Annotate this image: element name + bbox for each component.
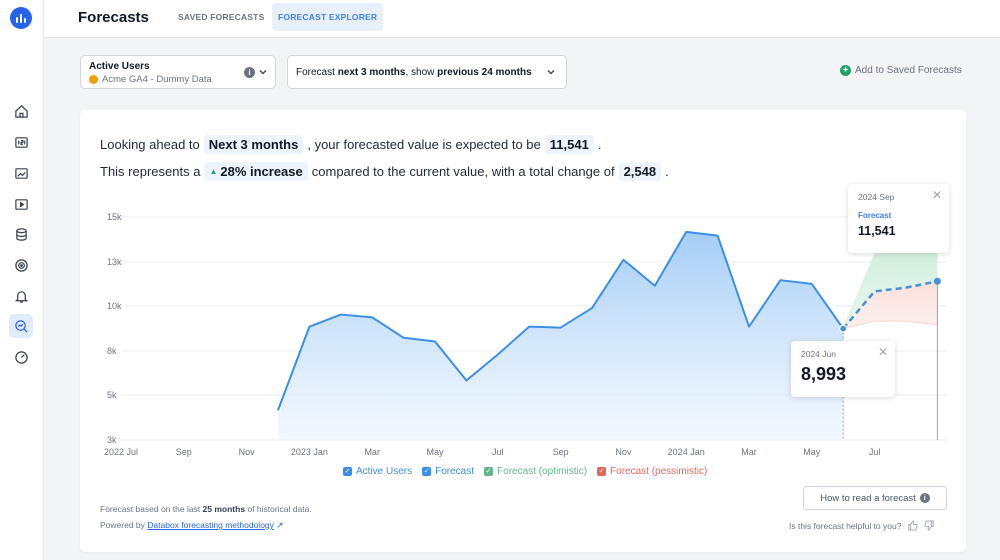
number-icon[interactable] xyxy=(9,130,33,154)
period-next: next 3 months xyxy=(337,67,406,78)
checkbox-icon[interactable]: ✓ xyxy=(484,467,494,476)
chevron-down-icon xyxy=(259,70,267,75)
plus-circle-icon: + xyxy=(840,65,851,76)
bell-icon[interactable] xyxy=(9,284,33,308)
howto-label: How to read a forecast xyxy=(820,492,916,504)
total-change-pill: 2,548 xyxy=(618,162,662,181)
summary-line-2: This represents a ▲ 28% increase compared… xyxy=(100,162,669,181)
period-mid: , show xyxy=(405,67,438,78)
summary-line-1: Looking ahead to Next 3 months , your fo… xyxy=(100,135,601,154)
chevron-down-icon xyxy=(547,70,555,75)
summary-text: Looking ahead to xyxy=(100,137,200,152)
close-icon[interactable]: ✕ xyxy=(932,188,942,202)
legend-label: Forecast xyxy=(435,466,475,477)
home-icon[interactable] xyxy=(9,99,33,123)
history-note: Forecast based on the last 25 months of … xyxy=(100,504,312,514)
databoard-icon[interactable] xyxy=(9,161,33,185)
add-to-saved-forecasts-button[interactable]: + Add to Saved Forecasts xyxy=(840,65,962,76)
how-to-read-forecast-button[interactable]: How to read a forecast i xyxy=(803,486,947,510)
feedback-question: Is this forecast helpful to you? xyxy=(789,520,902,531)
increase-value: 28% increase xyxy=(220,164,303,179)
metric-source-label: Acme GA4 - Dummy Data xyxy=(102,74,212,85)
add-saved-label: Add to Saved Forecasts xyxy=(855,65,962,76)
powered-by: Powered by Databox forecasting methodolo… xyxy=(100,520,283,531)
horizon-pill: Next 3 months xyxy=(203,135,304,154)
databox-logo[interactable] xyxy=(10,7,32,29)
close-icon[interactable]: ✕ xyxy=(878,345,888,359)
legend-label: Forecast (optimistic) xyxy=(497,466,588,477)
legend-label: Forecast (pessimistic) xyxy=(610,466,708,477)
feedback: Is this forecast helpful to you? xyxy=(789,520,935,531)
metric-source: Acme GA4 - Dummy Data xyxy=(89,74,212,85)
external-link-icon[interactable]: ↗ xyxy=(276,520,283,530)
forecast-tooltip-sep: 2024 Sep ✕ Forecast 11,541 xyxy=(848,184,949,253)
player-icon[interactable] xyxy=(9,192,33,216)
summary-text: This represents a xyxy=(100,164,201,179)
tooltip-value: 8,993 xyxy=(801,364,847,384)
tooltip-series: Forecast xyxy=(858,211,892,220)
note-text: of historical data. xyxy=(247,504,312,514)
period-prefix: Forecast xyxy=(296,67,338,78)
checkbox-icon[interactable]: ✓ xyxy=(597,467,607,476)
summary-text: . xyxy=(665,164,669,179)
checkbox-icon[interactable]: ✓ xyxy=(343,467,352,476)
checkbox-icon[interactable]: ✓ xyxy=(422,467,432,476)
thumbs-down-icon[interactable] xyxy=(924,520,935,531)
gauge-icon[interactable] xyxy=(9,345,33,369)
methodology-link[interactable]: Databox forecasting methodology xyxy=(147,520,274,530)
legend-item-forecast-pessimistic[interactable]: ✓ Forecast (pessimistic) xyxy=(597,466,707,477)
period-selector[interactable]: Forecast next 3 months, show previous 24… xyxy=(287,55,567,89)
metric-selector[interactable]: Active Users Acme GA4 - Dummy Data i xyxy=(80,55,276,89)
arrow-up-icon: ▲ xyxy=(209,167,218,176)
note-text: Forecast based on the last xyxy=(100,504,201,514)
tooltip-date: 2024 Jun xyxy=(801,349,836,359)
target-icon[interactable] xyxy=(9,253,33,277)
powered-text: Powered by xyxy=(100,520,145,530)
value-tooltip-jun: 2024 Jun ✕ 8,993 xyxy=(791,341,895,397)
info-icon[interactable]: i xyxy=(244,67,255,78)
chart-legend: ✓ Active Users ✓ Forecast ✓ Forecast (optim… xyxy=(343,466,707,477)
note-months: 25 months xyxy=(202,504,246,514)
forecast-icon[interactable] xyxy=(9,314,33,338)
legend-label: Active Users xyxy=(356,466,413,477)
tab-forecast-explorer[interactable]: FORECAST EXPLORER xyxy=(272,3,384,31)
period-selector-label: Forecast next 3 months, show previous 24… xyxy=(296,67,532,78)
legend-item-forecast-optimistic[interactable]: ✓ Forecast (optimistic) xyxy=(484,466,587,477)
summary-text: compared to the current value, with a to… xyxy=(311,164,615,179)
tooltip-value: 11,541 xyxy=(858,224,896,238)
increase-pill: ▲ 28% increase xyxy=(204,162,308,181)
left-nav xyxy=(0,0,44,560)
summary-text: , your forecasted value is expected to b… xyxy=(307,137,541,152)
tooltip-date: 2024 Sep xyxy=(858,192,895,202)
page-title: Forecasts xyxy=(78,9,149,26)
period-previous: previous 24 months xyxy=(437,67,532,78)
thumbs-up-icon[interactable] xyxy=(907,520,919,531)
top-bar: Forecasts SAVED FORECASTS FORECAST EXPLO… xyxy=(44,0,1000,38)
legend-item-forecast[interactable]: ✓ Forecast xyxy=(422,466,474,477)
forecast-value-pill: 11,541 xyxy=(544,135,594,154)
legend-item-active-users[interactable]: ✓ Active Users xyxy=(343,466,412,477)
stack-icon[interactable] xyxy=(9,222,33,246)
summary-text: . xyxy=(597,137,602,152)
tab-saved-forecasts[interactable]: SAVED FORECASTS xyxy=(172,3,270,31)
google-analytics-icon xyxy=(89,75,98,84)
metric-name: Active Users xyxy=(89,61,150,72)
info-icon: i xyxy=(919,493,930,503)
